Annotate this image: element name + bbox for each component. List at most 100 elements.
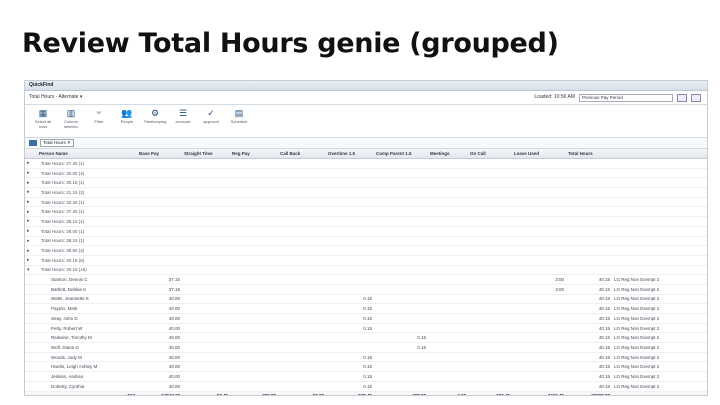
period-select[interactable]: Previous Pay Period: [579, 93, 673, 102]
expand-icon[interactable]: ▸: [25, 168, 37, 179]
meetings: [428, 284, 468, 295]
leave-used: [512, 371, 566, 382]
filter-icon: ⏷: [95, 108, 103, 118]
person-name: Petty, Robert W: [37, 323, 137, 334]
pay-rule: LG Reg Non Exempt 2: [612, 313, 707, 324]
expand-icon[interactable]: ▸: [25, 187, 37, 198]
group-row[interactable]: ▸ Total Hours: 40.15 (6): [25, 255, 707, 266]
expand-icon[interactable]: ▸: [25, 206, 37, 218]
table-row[interactable]: Payton, Mark 40.00 0.15 40.15 LG Reg Non Exe…: [25, 303, 707, 314]
group-row[interactable]: ▸ Total Hours: 31.15 (2): [25, 187, 707, 198]
filter-chip[interactable]: Total Hours ✕: [40, 139, 74, 147]
column-header[interactable]: [25, 149, 37, 159]
column-header[interactable]: Meetings: [428, 149, 468, 159]
straight-time: [182, 381, 230, 392]
group-row[interactable]: ▸ Total Hours: 38.00 (1): [25, 226, 707, 237]
total-cell: 208.00: [374, 390, 428, 395]
base-pay: 40.00: [137, 361, 182, 373]
total-hours: 40.15: [566, 381, 612, 392]
leave-used: 3:00: [512, 274, 566, 285]
results-grid: Person Name Base Pay Straight Time Reg Pay C…: [25, 149, 707, 395]
column-header[interactable]: [612, 149, 707, 159]
toolbar-button-people[interactable]: 👥 People: [115, 105, 139, 124]
group-row[interactable]: ▸ Total Hours: 32.30 (1): [25, 197, 707, 208]
total-cell: 913: [37, 390, 137, 395]
column-header[interactable]: Reg Pay: [230, 149, 278, 159]
options-icon[interactable]: [691, 93, 701, 102]
group-row[interactable]: ▸ Total Hours: 38.15 (1): [25, 216, 707, 227]
toolbar-button-column-selector[interactable]: ▥ Column selector: [59, 105, 83, 129]
expand-icon[interactable]: ▸: [25, 236, 37, 247]
straight-time: [182, 332, 230, 344]
expand-icon[interactable]: ▸: [25, 245, 37, 256]
toolbar-button-schedule[interactable]: ▤ Schedule: [227, 105, 251, 124]
table-row[interactable]: Doherty, Cynthia 40.00 0.15 40.15 LG Reg Non…: [25, 381, 707, 392]
group-row[interactable]: ▸ Total Hours: 30.00 (4): [25, 168, 707, 179]
group-row[interactable]: ▸ Total Hours: 39.60 (2): [25, 245, 707, 256]
column-header[interactable]: Total Hours: [566, 149, 612, 159]
column-header[interactable]: Overtime 1.5: [326, 149, 374, 159]
toolbar-button-approve[interactable]: ✓ approval: [199, 105, 223, 124]
table-row[interactable]: Petty, Robert W 40.00 0.15 40.15 LG Reg Non …: [25, 323, 707, 334]
row-spacer: [25, 332, 37, 344]
toolbar-button-timekeeping[interactable]: ⚙ Timekeeping: [143, 105, 167, 124]
total-cell: 776.88: [230, 390, 278, 395]
table-row[interactable]: Woods, Judy M 40.00 0.15 40.15 LG Reg Non Ex…: [25, 352, 707, 363]
group-row[interactable]: ▸ Total Hours: 30.15 (1): [25, 177, 707, 189]
on-call: [468, 342, 512, 353]
accruals-icon: ☰: [178, 108, 188, 118]
group-row[interactable]: ▸ Total Hours: 27.30 (1): [25, 158, 707, 169]
group-row[interactable]: ▸ Total Hours: 39.15 (1): [25, 236, 707, 247]
base-pay: 40.00: [137, 381, 182, 392]
column-header[interactable]: On Call: [468, 149, 512, 159]
column-header[interactable]: Straight Time: [182, 149, 230, 159]
expand-icon[interactable]: ▸: [25, 216, 37, 227]
group-row[interactable]: ▸ Total Hours: 37.30 (1): [25, 206, 707, 218]
reg-pay: [230, 332, 278, 344]
reg-pay: [230, 294, 278, 305]
pay-rule: LG Reg Non Exempt 2: [612, 284, 707, 295]
on-call: [468, 371, 512, 382]
total-hours: 40.15: [566, 294, 612, 305]
expand-icon[interactable]: ▸: [25, 158, 37, 169]
table-row[interactable]: Jenkins, Andrea 40.00 0.15 40.15 LG Reg Non …: [25, 371, 707, 382]
table-row[interactable]: Redwine, Timothy M 40.00 0.15 40.15 LG Reg N…: [25, 332, 707, 344]
call-back: [278, 274, 326, 285]
column-header[interactable]: Comp Parent 1.5: [374, 149, 428, 159]
table-row[interactable]: Wolf, Diana G 40.00 0.15 40.15 LG Reg Non Ex…: [25, 342, 707, 353]
group-label: Total Hours: 32.30 (1): [37, 197, 707, 208]
table-row[interactable]: Watts, Jeannette K 40.00 0.15 40.15 LG Reg N…: [25, 294, 707, 305]
expand-icon[interactable]: ▸: [25, 255, 37, 266]
toolbar-button-select-all[interactable]: ▦ Select all rows: [31, 105, 55, 129]
calendar-icon[interactable]: [677, 93, 687, 102]
base-pay: 40.00: [137, 371, 182, 382]
base-pay: 40.00: [137, 294, 182, 305]
table-row[interactable]: Hardin, Leigh Ashley M 40.00 0.15 40.15 LG R…: [25, 361, 707, 373]
table-row[interactable]: Seay, John D 40.00 0.15 40.15 LG Reg Non Exe…: [25, 313, 707, 324]
group-row[interactable]: ▾ Total Hours: 40.15 (16): [25, 265, 707, 276]
table-row[interactable]: Stanton, Dennis C 37.15 3:00 40.15 LG Reg No…: [25, 274, 707, 285]
column-header[interactable]: Base Pay: [137, 149, 182, 159]
expand-icon[interactable]: ▸: [25, 226, 37, 237]
column-header[interactable]: Leave Used: [512, 149, 566, 159]
toolbar-button-filter[interactable]: ⏷ Filter: [87, 105, 111, 124]
genie-selector[interactable]: Total Hours - Alternate ▾: [29, 94, 82, 100]
column-header[interactable]: Person Name: [37, 149, 137, 159]
on-call: [468, 332, 512, 344]
table-row[interactable]: Bartlett, Debbie K 37.15 3:00 40.15 LG Reg N…: [25, 284, 707, 295]
tag-icon[interactable]: [29, 140, 37, 146]
toolbar-button-accruals[interactable]: ☰ accruals: [171, 105, 195, 124]
total-hours: 40.15: [566, 313, 612, 324]
on-call: [468, 361, 512, 373]
collapse-icon[interactable]: ▾: [25, 265, 37, 276]
total-hours: 40.15: [566, 323, 612, 334]
person-name: Doherty, Cynthia: [37, 381, 137, 392]
column-header[interactable]: Call Back: [278, 149, 326, 159]
expand-icon[interactable]: ▸: [25, 197, 37, 208]
select-all-icon: ▦: [38, 108, 48, 118]
reg-pay: [230, 284, 278, 295]
row-spacer: [25, 371, 37, 382]
overtime: 0.15: [326, 381, 374, 392]
straight-time: [182, 274, 230, 285]
expand-icon[interactable]: ▸: [25, 177, 37, 189]
